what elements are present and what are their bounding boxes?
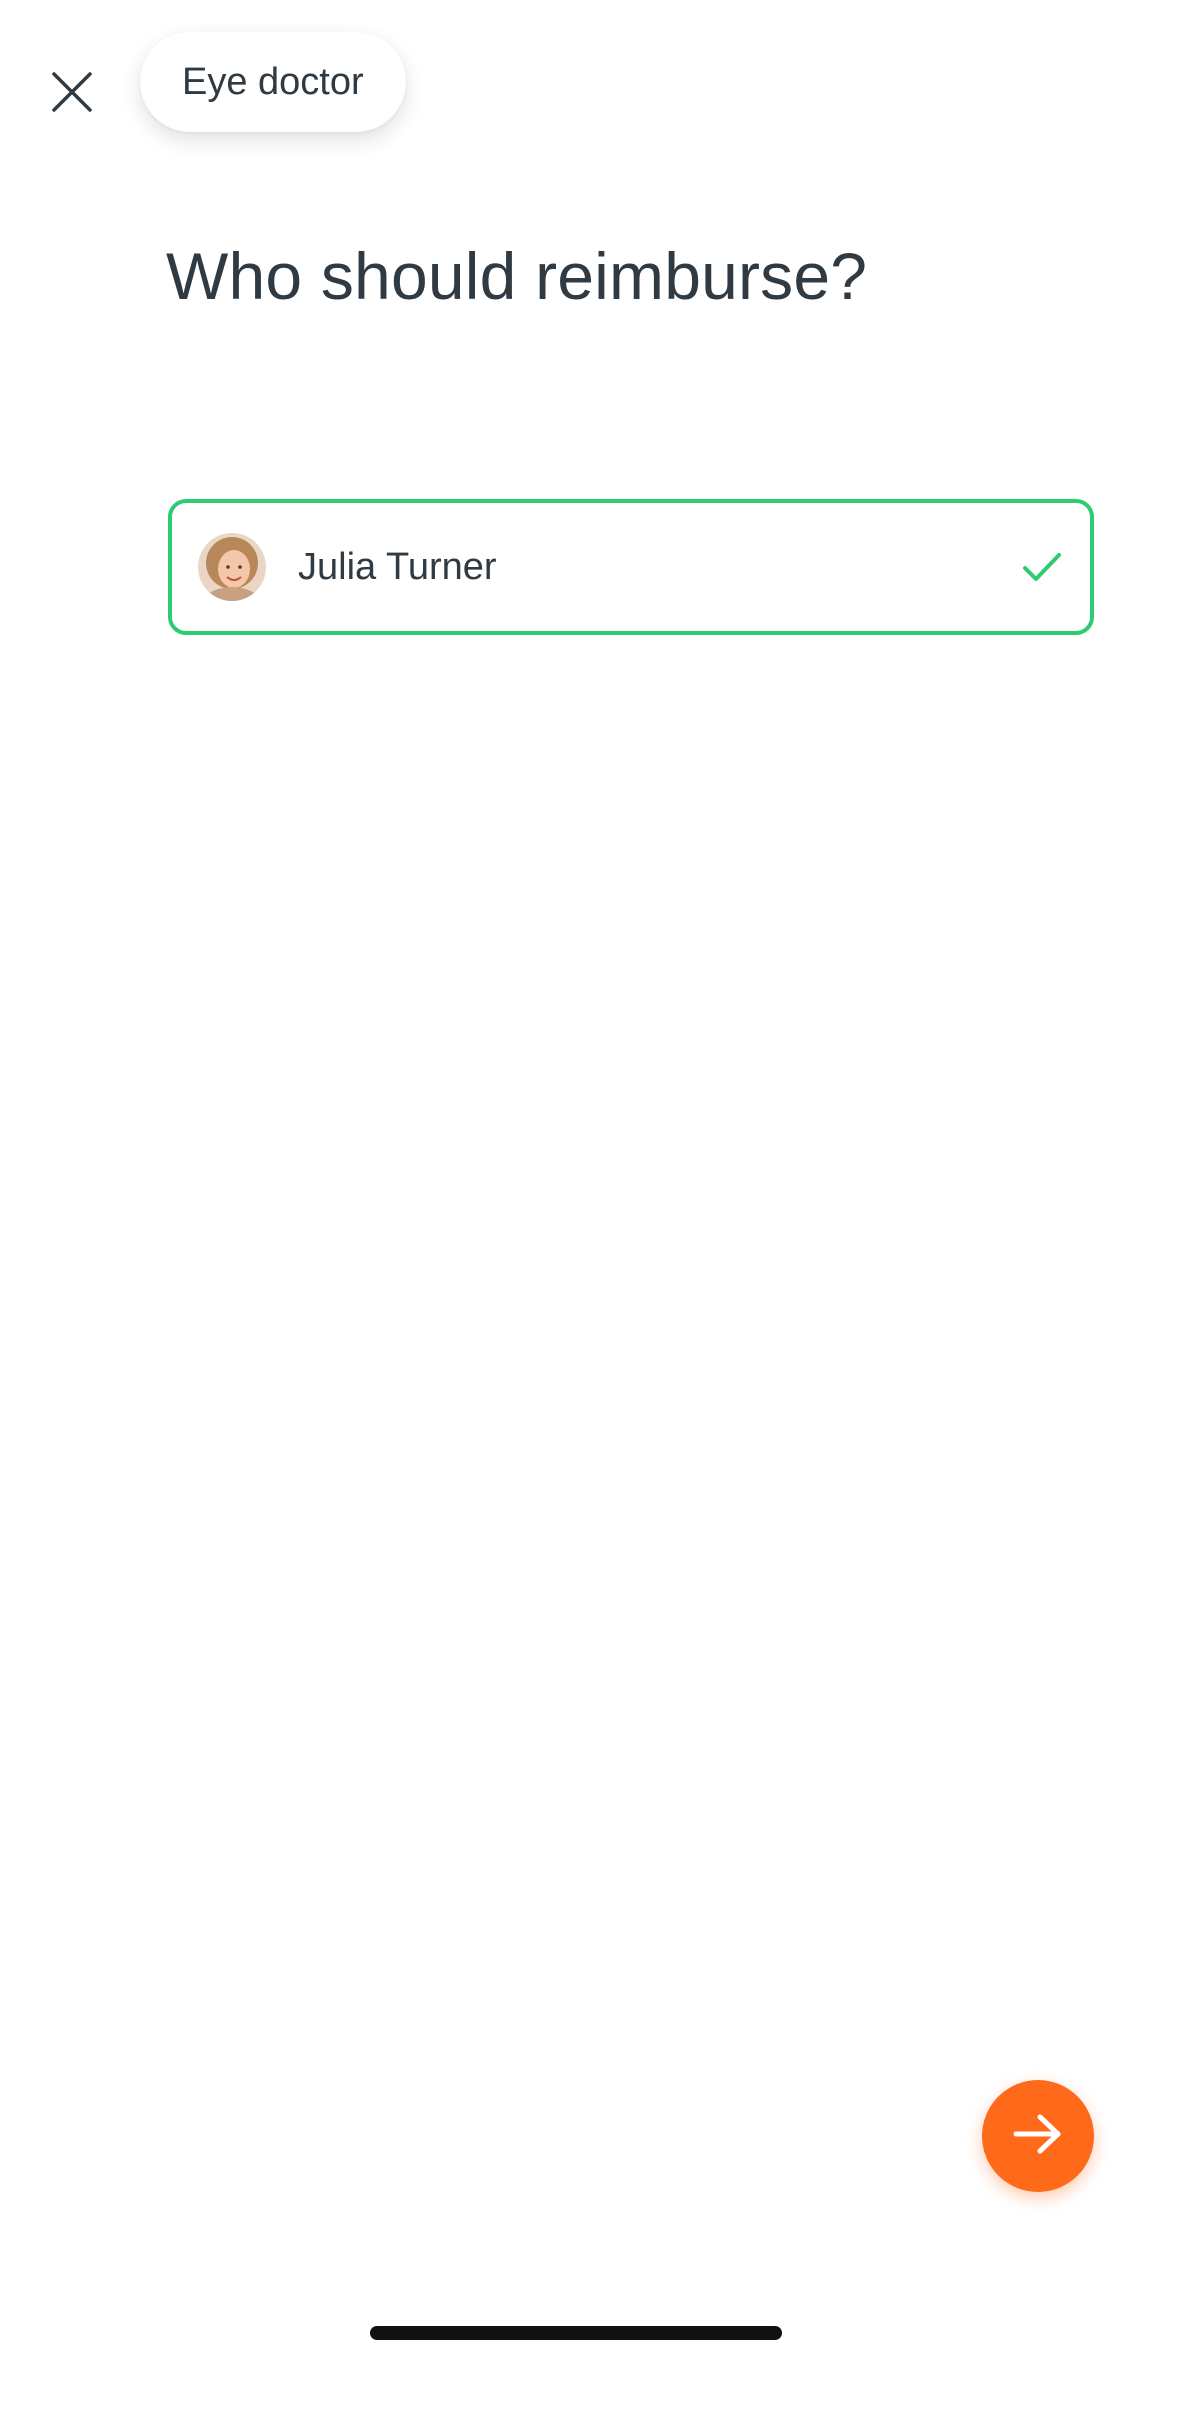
- person-name: Julia Turner: [298, 545, 497, 588]
- page-title: Who should reimburse?: [166, 239, 868, 313]
- avatar: [198, 533, 266, 601]
- home-indicator: [370, 2326, 782, 2340]
- next-button[interactable]: [982, 2080, 1094, 2192]
- checkmark-icon: [1020, 545, 1064, 589]
- close-icon: [50, 70, 94, 114]
- close-button[interactable]: [48, 68, 96, 116]
- person-option[interactable]: Julia Turner: [168, 499, 1094, 635]
- category-chip[interactable]: Eye doctor: [140, 32, 406, 132]
- arrow-right-icon: [1012, 2112, 1064, 2161]
